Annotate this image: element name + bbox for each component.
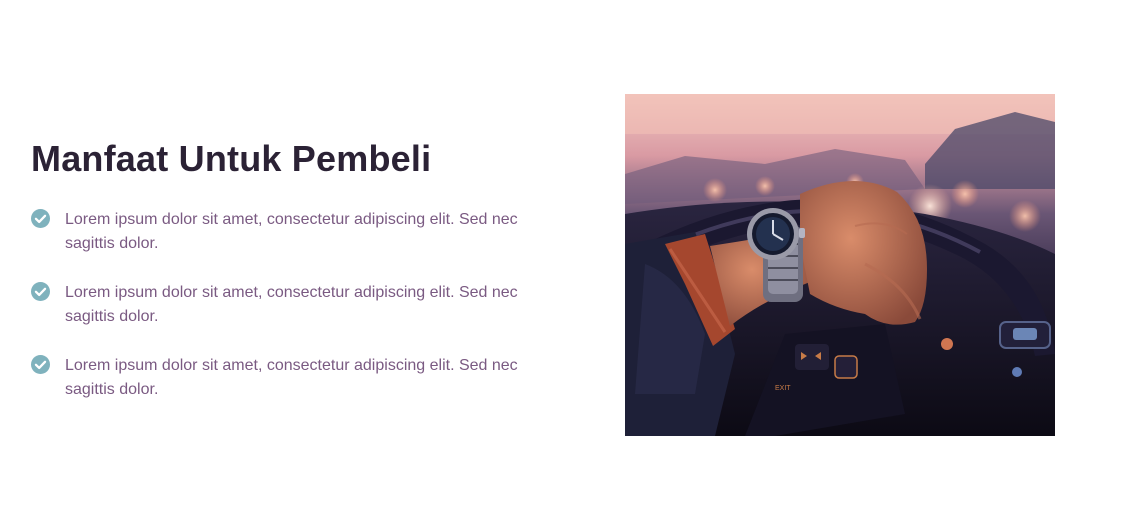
benefit-item: Lorem ipsum dolor sit amet, consectetur …: [31, 354, 551, 402]
benefits-content: Manfaat Untuk Pembeli Lorem ipsum dolor …: [31, 138, 551, 427]
benefit-text: Lorem ipsum dolor sit amet, consectetur …: [65, 284, 518, 325]
svg-text:EXIT: EXIT: [775, 385, 791, 392]
check-circle-icon: [31, 209, 50, 228]
photo-illustration: EXIT: [625, 94, 1055, 436]
benefit-text: Lorem ipsum dolor sit amet, consectetur …: [65, 357, 518, 398]
section-title: Manfaat Untuk Pembeli: [31, 138, 432, 179]
benefit-item: Lorem ipsum dolor sit amet, consectetur …: [31, 281, 551, 329]
check-circle-icon: [31, 282, 50, 301]
benefits-section: Manfaat Untuk Pembeli Lorem ipsum dolor …: [0, 0, 1133, 530]
benefit-item: Lorem ipsum dolor sit amet, consectetur …: [31, 208, 551, 256]
benefits-list: Lorem ipsum dolor sit amet, consectetur …: [31, 208, 551, 402]
driver-steering-wheel-photo: EXIT: [625, 94, 1055, 436]
benefit-text: Lorem ipsum dolor sit amet, consectetur …: [65, 211, 518, 252]
check-circle-icon: [31, 355, 50, 374]
